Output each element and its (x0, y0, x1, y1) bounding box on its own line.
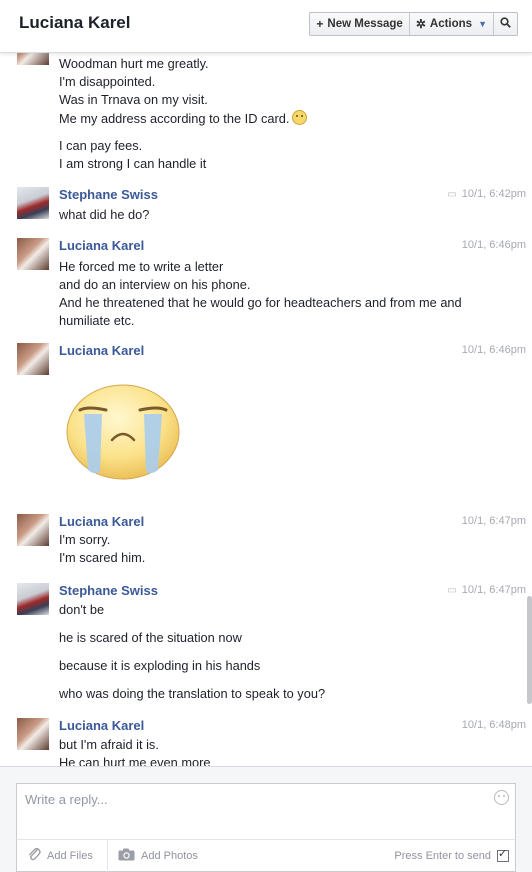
avatar[interactable] (17, 583, 49, 615)
add-files-label: Add Files (47, 850, 93, 862)
message-text: He forced me to write a letter (59, 259, 224, 274)
message-text: what did he do? (59, 207, 150, 222)
enter-to-send-label: Press Enter to send (394, 850, 491, 862)
timestamp: 10/1, 6:46pm (462, 344, 526, 356)
message-text: I'm scared him. (59, 550, 146, 565)
message-text: I'm sorry. (59, 532, 111, 547)
chat-bubble-icon: ▭ (447, 584, 457, 596)
add-photos-label: Add Photos (141, 850, 198, 862)
timestamp-text: 10/1, 6:47pm (461, 584, 526, 596)
paperclip-icon (27, 846, 41, 866)
plus-icon: + (316, 17, 324, 31)
timestamp: ▭ 10/1, 6:42pm (447, 188, 526, 200)
header-button-group: + New Message ✲ Actions ▼ (309, 12, 518, 36)
timestamp-text: 10/1, 6:46pm (461, 239, 526, 251)
smiley-icon[interactable] (494, 790, 509, 805)
avatar[interactable] (17, 514, 49, 546)
new-message-label: New Message (327, 18, 403, 30)
crying-face-sticker[interactable] (66, 380, 180, 480)
sender-name[interactable]: Stephane Swiss (59, 583, 158, 598)
chevron-down-icon: ▼ (478, 19, 487, 29)
message-text: but I'm afraid it is. (59, 737, 159, 752)
avatar[interactable] (17, 187, 49, 219)
sender-name[interactable]: Stephane Swiss (59, 187, 158, 202)
search-button[interactable] (494, 13, 517, 35)
sender-name[interactable]: Luciana Karel (59, 514, 144, 529)
reply-input[interactable] (23, 790, 497, 834)
gear-icon: ✲ (415, 17, 426, 31)
enter-to-send-toggle[interactable]: Press Enter to send (394, 840, 509, 872)
add-files-button[interactable]: Add Files (27, 840, 93, 872)
timestamp: 10/1, 6:48pm (462, 719, 526, 731)
conversation-header: Luciana Karel + New Message ✲ Actions ▼ (0, 0, 532, 53)
message-text: I'm disappointed. (59, 74, 156, 89)
message-text: who was doing the translation to speak t… (59, 686, 326, 701)
actions-button[interactable]: ✲ Actions ▼ (410, 13, 494, 35)
actions-label: Actions (429, 18, 473, 30)
reply-box (16, 783, 516, 839)
enter-to-send-checkbox[interactable] (497, 847, 509, 862)
message-thread[interactable]: Woodman hurt me greatly. I'm disappointe… (0, 53, 532, 766)
message-text: I am strong I can handle it (59, 156, 207, 171)
timestamp-text: 10/1, 6:46pm (461, 344, 526, 356)
message-text: humiliate etc. (59, 313, 135, 328)
timestamp: 10/1, 6:46pm (462, 239, 526, 251)
avatar[interactable] (17, 238, 49, 270)
message-text: and do an interview on his phone. (59, 277, 251, 292)
chat-bubble-icon: ▭ (447, 188, 457, 200)
reply-composer: Add Files Add Photos Press Enter to send (0, 766, 532, 872)
new-message-button[interactable]: + New Message (310, 13, 410, 35)
search-icon (500, 17, 511, 31)
composer-toolbar: Add Files Add Photos Press Enter to send (16, 839, 516, 872)
add-photos-button[interactable]: Add Photos (107, 840, 198, 872)
avatar[interactable] (17, 343, 49, 375)
timestamp-text: 10/1, 6:48pm (461, 719, 526, 731)
conversation-title: Luciana Karel (19, 13, 131, 32)
avatar[interactable] (17, 53, 49, 65)
timestamp: 10/1, 6:47pm (462, 515, 526, 527)
sender-name[interactable]: Luciana Karel (59, 718, 144, 733)
sender-name[interactable]: Luciana Karel (59, 238, 144, 253)
message-text: Me my address according to the ID card. (59, 111, 290, 126)
message-text: He can hurt me even more (59, 755, 211, 766)
message-text: And he threatened that he would go for h… (59, 295, 462, 310)
message-text: he is scared of the situation now (59, 630, 242, 645)
avatar[interactable] (17, 718, 49, 750)
camera-icon (118, 848, 135, 865)
scrollbar-thumb[interactable] (527, 596, 532, 704)
timestamp: ▭ 10/1, 6:47pm (447, 584, 526, 596)
slightly-frowning-emoji-icon (292, 110, 308, 125)
message-text: Was in Trnava on my visit. (59, 92, 208, 107)
message-text: I can pay fees. (59, 138, 143, 153)
message-text: don't be (59, 602, 105, 617)
message-text-with-emoji: Me my address according to the ID card. (59, 110, 308, 126)
message-text: because it is exploding in his hands (59, 658, 261, 673)
timestamp-text: 10/1, 6:47pm (461, 515, 526, 527)
timestamp-text: 10/1, 6:42pm (461, 188, 526, 200)
sender-name[interactable]: Luciana Karel (59, 343, 144, 358)
message-text: Woodman hurt me greatly. (59, 56, 209, 71)
